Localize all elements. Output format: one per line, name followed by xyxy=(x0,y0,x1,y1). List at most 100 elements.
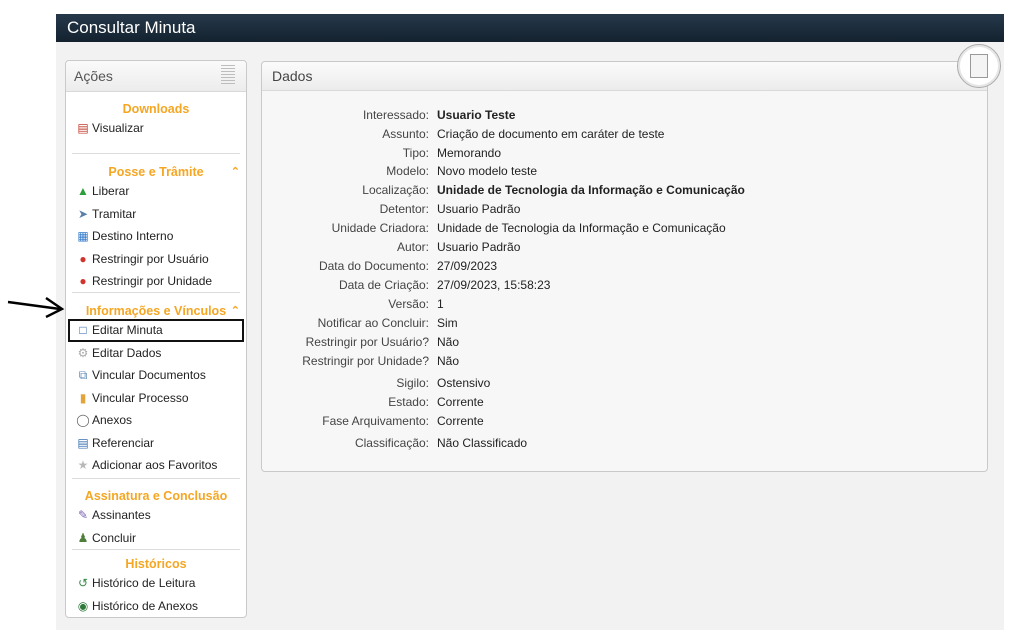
sidebar-item-label: Anexos xyxy=(92,413,133,427)
field-value: Criação de documento em caráter de teste xyxy=(437,127,665,141)
field-value: Usuario Padrão xyxy=(437,240,521,254)
field-value: Corrente xyxy=(437,414,484,428)
field-value: Novo modelo teste xyxy=(437,164,538,178)
sidebar-item-label: Vincular Processo xyxy=(92,390,189,405)
sidebar-item-label: Editar Dados xyxy=(92,345,162,360)
field-label: Assunto: xyxy=(382,127,429,141)
sidebar-item-concluir[interactable]: ♟ Concluir xyxy=(66,527,246,550)
link-docs-icon: ⧉ xyxy=(78,368,88,382)
field-row: Localização: Unidade de Tecnologia da Inf… xyxy=(262,181,987,200)
field-row: Restringir por Unidade? Não xyxy=(262,352,987,371)
field-value: Não xyxy=(437,335,460,349)
field-label: Modelo: xyxy=(386,164,429,178)
field-label: Versão: xyxy=(388,297,429,311)
sidebar-item-visualizar[interactable]: ▤ Visualizar xyxy=(66,117,246,140)
dados-panel: Dados Interessado: Usuario Teste Assunto: C… xyxy=(261,44,1001,472)
sidebar-item-label: Restringir por Unidade xyxy=(92,274,213,288)
chevron-up-icon[interactable]: ⌃ xyxy=(231,164,240,180)
history-attach-icon: ◉ xyxy=(77,598,89,613)
field-label: Unidade Criadora: xyxy=(331,221,429,235)
sidebar-item-tramitar[interactable]: ➤ Tramitar xyxy=(66,203,246,226)
sidebar-header-label: Ações xyxy=(74,68,113,84)
history-read-icon: ↺ xyxy=(77,576,89,590)
field-row: Assunto: Criação de documento em caráter … xyxy=(262,125,987,144)
field-label: Tipo: xyxy=(402,146,429,160)
section-title-label: Informações e Vínculos xyxy=(85,304,227,318)
release-icon: ▲ xyxy=(77,184,89,198)
field-row: Interessado: Usuario Teste xyxy=(262,106,987,125)
sidebar-item-label: Adicionar aos Favoritos xyxy=(92,458,218,472)
field-label: Notificar ao Concluir: xyxy=(317,316,429,330)
field-label: Estado: xyxy=(388,395,429,409)
sidebar-item-editar-dados[interactable]: ⚙ Editar Dados xyxy=(66,342,246,365)
sidebar-item-label: Destino Interno xyxy=(92,229,174,243)
field-row: Modelo: Novo modelo teste xyxy=(262,162,987,181)
field-value: Corrente xyxy=(437,395,484,409)
sidebar-item-historico-leitura[interactable]: ↺ Histórico de Leitura xyxy=(66,572,246,595)
reference-icon: ▤ xyxy=(77,435,89,450)
sidebar-item-anexos[interactable]: ◯ Anexos xyxy=(66,409,246,432)
field-row: Detentor: Usuario Padrão xyxy=(262,200,987,219)
page-title: Consultar Minuta xyxy=(56,14,1004,42)
field-value: Sim xyxy=(437,316,458,330)
sidebar-item-label: Concluir xyxy=(92,530,137,545)
restrict-unit-icon: ● xyxy=(79,274,87,288)
sidebar-item-adicionar-favoritos[interactable]: ★ Adicionar aos Favoritos xyxy=(66,454,246,477)
users-icon: ♟ xyxy=(77,530,89,545)
sidebar-item-destino-interno[interactable]: ▦ Destino Interno xyxy=(66,225,246,248)
field-row: Estado: Corrente xyxy=(262,393,987,412)
section-downloads: Downloads ▤ Visualizar xyxy=(66,101,246,140)
field-label: Autor: xyxy=(396,240,429,254)
divider xyxy=(72,549,240,550)
sidebar-item-referenciar[interactable]: ▤ Referenciar xyxy=(66,432,246,455)
field-label: Detentor: xyxy=(379,202,429,216)
calendar-icon: ▦ xyxy=(77,229,89,243)
page: Consultar Minuta Ações Downloads ▤ Visua… xyxy=(56,14,1004,630)
folder-icon: ▮ xyxy=(79,390,87,405)
section-historicos: Históricos ↺ Histórico de Leitura ◉ Hist… xyxy=(66,556,246,617)
sidebar-item-label: Referenciar xyxy=(92,435,155,450)
send-icon: ➤ xyxy=(77,206,89,221)
field-value: 27/09/2023 xyxy=(437,259,498,273)
restrict-user-icon: ● xyxy=(79,251,87,266)
sidebar-item-assinantes[interactable]: ✎ Assinantes xyxy=(66,504,246,527)
field-row: Unidade Criadora: Unidade de Tecnologia d… xyxy=(262,219,987,238)
field-value: Ostensivo xyxy=(437,376,491,390)
sidebar-item-historico-anexos[interactable]: ◉ Histórico de Anexos xyxy=(66,595,246,618)
sidebar-item-label: Restringir por Usuário xyxy=(92,251,209,266)
sidebar-item-vincular-processo[interactable]: ▮ Vincular Processo xyxy=(66,387,246,410)
sidebar-item-label: Tramitar xyxy=(92,206,137,221)
field-value: Usuario Padrão xyxy=(437,202,521,216)
section-title-downloads: Downloads xyxy=(122,102,190,116)
menu-icon[interactable] xyxy=(221,65,235,85)
section-title-posse-tramite[interactable]: Posse e Trâmite ⌃ xyxy=(66,164,246,180)
chevron-up-icon[interactable]: ⌃ xyxy=(231,303,240,319)
field-label: Data do Documento: xyxy=(318,259,429,273)
sidebar-item-label: Histórico de Leitura xyxy=(92,576,196,590)
sidebar-item-vincular-documentos[interactable]: ⧉ Vincular Documentos xyxy=(66,364,246,387)
field-label: Localização: xyxy=(362,183,429,197)
sidebar-item-label: Editar Minuta xyxy=(92,323,163,337)
field-label: Sigilo: xyxy=(396,376,429,390)
pen-icon: ✎ xyxy=(77,508,89,522)
sidebar-header: Ações xyxy=(66,61,246,92)
section-title-label: Posse e Trâmite xyxy=(108,165,204,179)
divider xyxy=(72,478,240,479)
divider xyxy=(72,292,240,293)
section-title-informacoes-vinculos[interactable]: Informações e Vínculos ⌃ xyxy=(66,303,246,319)
pointer-arrow-icon xyxy=(7,297,65,318)
sidebar-item-restringir-unidade[interactable]: ● Restringir por Unidade xyxy=(66,270,246,293)
field-value: 27/09/2023, 15:58:23 xyxy=(437,278,551,292)
section-posse-tramite: Posse e Trâmite ⌃ ▲ Liberar ➤ Tramitar ▦… xyxy=(66,164,246,293)
field-row: Versão: 1 xyxy=(262,295,987,314)
field-value: Memorando xyxy=(437,146,502,160)
sidebar-item-editar-minuta[interactable]: □ Editar Minuta xyxy=(68,319,244,342)
paperclip-icon: ◯ xyxy=(76,413,90,427)
actions-sidebar: Ações Downloads ▤ Visualizar Posse e Trâ… xyxy=(65,60,247,618)
sidebar-item-liberar[interactable]: ▲ Liberar xyxy=(66,180,246,203)
sidebar-item-restringir-usuario[interactable]: ● Restringir por Usuário xyxy=(66,248,246,271)
section-title-assinatura-conclusao: Assinatura e Conclusão xyxy=(84,489,228,503)
field-label: Data de Criação: xyxy=(338,278,429,292)
sidebar-item-label: Liberar xyxy=(92,184,130,198)
field-row: Autor: Usuario Padrão xyxy=(262,238,987,257)
